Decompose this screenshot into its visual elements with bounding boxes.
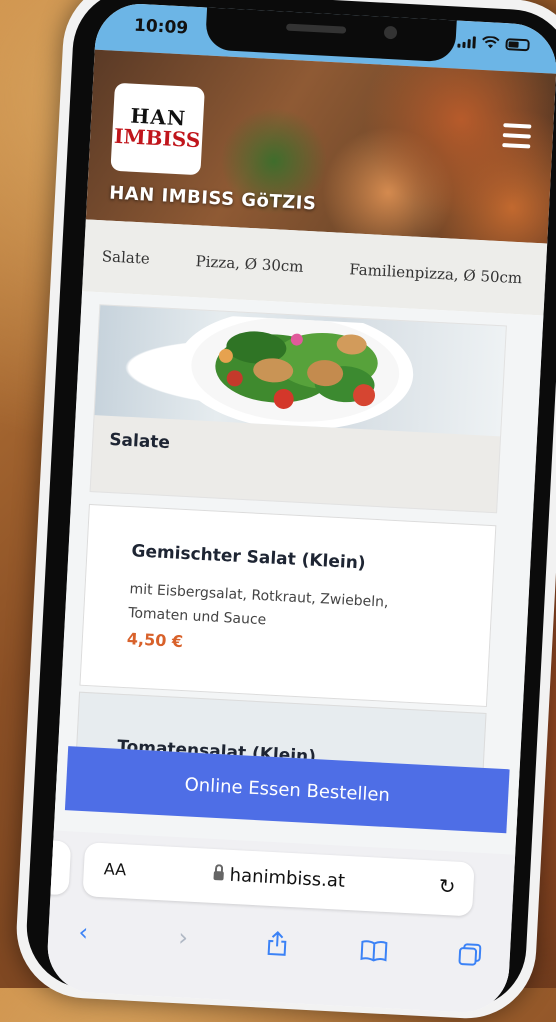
section-header-card: Salate: [89, 304, 507, 514]
lock-icon: [213, 870, 224, 881]
section-title: Salate: [108, 429, 171, 454]
section-image: [94, 305, 506, 437]
menu-item-name: Gemischter Salat (Klein): [131, 541, 367, 574]
address-bar[interactable]: AA hanimbiss.at ↻: [82, 842, 475, 917]
share-icon[interactable]: [266, 930, 289, 957]
reload-icon[interactable]: ↻: [438, 874, 456, 899]
menu-item-price: 4,50 €: [126, 629, 184, 652]
category-tab-pizza[interactable]: Pizza, Ø 30cm: [195, 252, 304, 276]
category-tab-salate[interactable]: Salate: [101, 247, 150, 267]
tabs-icon[interactable]: [457, 942, 482, 967]
restaurant-name: HAN IMBISS GöTZIS: [108, 182, 317, 215]
salad-image: [177, 313, 414, 430]
browser-nav-bar: ‹ ›: [47, 916, 510, 980]
menu-item-card[interactable]: Gemischter Salat (Klein) mit Eisbergsala…: [79, 503, 497, 708]
wifi-icon: [482, 35, 500, 49]
restaurant-logo[interactable]: HAN IMBISS: [110, 82, 205, 176]
browser-toolbar: AA hanimbiss.at ↻ ‹ ›: [45, 830, 516, 1015]
menu-icon[interactable]: [502, 123, 532, 154]
bookmarks-icon[interactable]: [359, 939, 388, 962]
status-time: 10:09: [133, 15, 189, 39]
signal-icon: [457, 36, 476, 49]
phone-screen: 10:09 HAN IMBISS HAN IMBISS GöTZIS Salat…: [45, 1, 556, 1015]
logo-text-imbiss: IMBISS: [113, 123, 201, 153]
back-icon[interactable]: ‹: [78, 918, 89, 946]
forward-icon[interactable]: ›: [178, 923, 189, 951]
phone-frame: 10:09 HAN IMBISS HAN IMBISS GöTZIS Salat…: [13, 0, 556, 1022]
url-display: hanimbiss.at: [213, 864, 345, 892]
text-size-button[interactable]: AA: [103, 859, 126, 879]
category-tab-familienpizza[interactable]: Familienpizza, Ø 50cm: [349, 260, 523, 287]
hero-banner: HAN IMBISS HAN IMBISS GöTZIS: [85, 49, 556, 244]
url-text: hanimbiss.at: [229, 864, 346, 892]
status-icons: [457, 35, 530, 52]
battery-icon: [505, 38, 530, 52]
front-camera: [383, 25, 398, 40]
speaker: [285, 23, 347, 34]
